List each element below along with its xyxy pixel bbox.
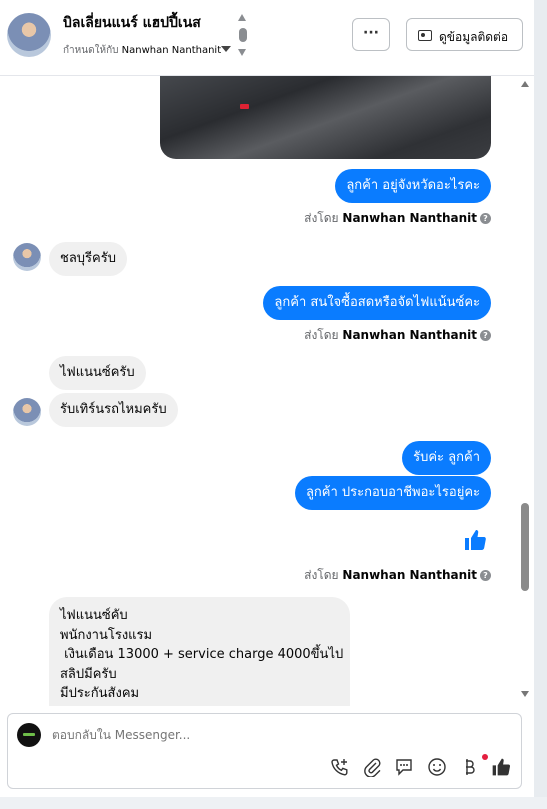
message-line: สลิปมีครับ [60, 666, 117, 682]
reply-input[interactable] [52, 728, 492, 742]
message-bubble-outgoing[interactable]: ลูกค้า อยู่จังหวัดอะไรคะ [335, 169, 491, 203]
call-add-icon[interactable] [330, 757, 350, 777]
message-bubble-incoming[interactable]: รับเทิร์นรถไหมครับ [49, 393, 178, 427]
scrollbar-thumb[interactable] [521, 503, 529, 591]
sent-by-name: Nanwhan Nanthanit [342, 568, 477, 582]
sent-by-name: Nanwhan Nanthanit [342, 328, 477, 342]
contact-name[interactable]: บิลเลี่ยนแนร์ แฮปปี้เนส [63, 12, 201, 34]
more-options-button[interactable]: ··· [352, 18, 390, 51]
message-list[interactable]: ลูกค้า อยู่จังหวัดอะไรคะ ส่งโดย Nanwhan … [0, 76, 534, 706]
id-card-icon [418, 30, 432, 41]
assigned-to[interactable]: กำหนดให้กับ Nanwhan Nanthanit [63, 43, 221, 58]
header-scroll-thumb[interactable] [239, 28, 247, 42]
attachment-icon[interactable] [362, 757, 382, 777]
info-icon[interactable]: ? [480, 330, 491, 341]
message-bubble-incoming[interactable]: ไฟแนนซ์ครับ [49, 356, 146, 390]
sent-by-prefix: ส่งโดย [304, 568, 339, 582]
contact-avatar[interactable] [7, 13, 51, 57]
sent-by-prefix: ส่งโดย [304, 328, 339, 342]
page-bottom-edge [0, 797, 547, 809]
chevron-down-icon[interactable] [221, 46, 231, 52]
message-bubble-incoming-long[interactable]: ไฟแนนซ์คับ พนักงานโรงแรม เงินเดือน 13000… [49, 597, 350, 706]
saved-replies-icon[interactable] [394, 757, 414, 777]
emoji-icon[interactable] [427, 757, 447, 777]
scroll-down-arrow-icon[interactable] [238, 49, 246, 56]
view-contact-button[interactable]: ดูข้อมูลติดต่อ [406, 18, 523, 51]
notification-dot [482, 754, 488, 760]
message-line: ไฟแนนซ์คับ [60, 608, 128, 623]
message-bubble-outgoing[interactable]: ลูกค้า สนใจซื้อสดหรือจัดไฟแน้นซ์คะ [263, 286, 491, 320]
view-contact-label: ดูข้อมูลติดต่อ [439, 30, 509, 44]
scrollbar-down-arrow-icon[interactable] [521, 691, 529, 697]
message-photo[interactable] [160, 76, 491, 159]
sent-by-name: Nanwhan Nanthanit [342, 211, 477, 225]
message-bubble-outgoing[interactable]: ลูกค้า ประกอบอาชีพอะไรอยู่คะ [294, 476, 491, 510]
sent-by-line: ส่งโดย Nanwhan Nanthanit? [304, 209, 491, 228]
message-line: มีประกันสังคม [60, 686, 140, 701]
info-icon[interactable]: ? [480, 570, 491, 581]
scrollbar-up-arrow-icon[interactable] [521, 81, 529, 87]
sent-by-prefix: ส่งโดย [304, 211, 339, 225]
contact-avatar-small [13, 398, 41, 426]
message-bubble-outgoing[interactable]: รับค่ะ ลูกค้า [402, 441, 491, 475]
message-bubble-incoming[interactable]: ชลบุรีครับ [49, 242, 127, 276]
assigned-name: Nanwhan Nanthanit [121, 45, 222, 56]
scroll-up-arrow-icon[interactable] [238, 14, 246, 21]
page-avatar [17, 723, 41, 747]
currency-icon[interactable] [459, 757, 479, 777]
sent-by-line: ส่งโดย Nanwhan Nanthanit? [304, 326, 491, 345]
message-line: พนักงานโรงแรม [60, 627, 153, 643]
contact-avatar-small [13, 243, 41, 271]
like-send-icon[interactable] [491, 757, 511, 777]
like-icon[interactable] [463, 528, 487, 552]
message-line: เงินเดือน 13000 + service charge 4000ขึ้… [60, 647, 344, 662]
sent-by-line: ส่งโดย Nanwhan Nanthanit? [304, 566, 491, 585]
page-edge [534, 0, 547, 809]
reply-composer [7, 713, 522, 789]
info-icon[interactable]: ? [480, 213, 491, 224]
conversation-header: บิลเลี่ยนแนร์ แฮปปี้เนส กำหนดให้กับ Nanw… [0, 0, 534, 76]
assigned-prefix: กำหนดให้กับ [63, 45, 119, 56]
